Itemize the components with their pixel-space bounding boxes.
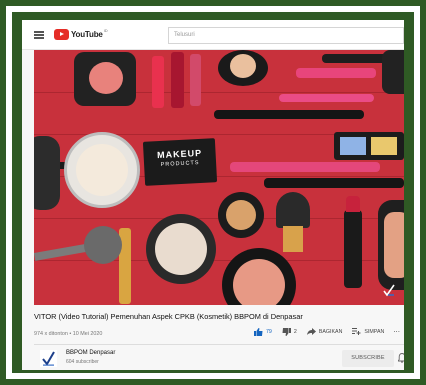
share-label: BAGIKAN: [318, 328, 343, 335]
pearl-jar-inside: [155, 223, 207, 275]
share-button[interactable]: BAGIKAN: [306, 328, 343, 335]
more-actions-button[interactable]: ...: [393, 325, 400, 334]
dislike-button[interactable]: 2: [282, 327, 297, 336]
tall-lipstick: [344, 210, 362, 288]
pink-liner: [279, 94, 374, 102]
black-lipstick: [264, 178, 404, 188]
kabuki-brush: [276, 192, 310, 228]
like-count: 79: [265, 328, 272, 335]
video-title: VITOR (Video Tutorial) Pemenuhan Aspek C…: [34, 312, 303, 321]
side-compact: [34, 136, 60, 210]
top-bar: YouTube ID Telusuri: [22, 20, 404, 50]
powder-pan: [230, 54, 256, 78]
pink-lipstick: [230, 162, 380, 172]
subscriber-count: 604 subscriber: [66, 359, 99, 365]
youtube-screen: YouTube ID Telusuri MAKEUP PRODUCTS VITO…: [22, 20, 404, 370]
channel-name[interactable]: BBPOM Denpasar: [66, 350, 115, 356]
share-icon: [306, 328, 316, 335]
tall-lipstick-tip: [346, 196, 360, 212]
eyeshadow-blue: [340, 137, 366, 155]
mirror-right-pan: [384, 212, 404, 278]
pink-tube: [296, 68, 376, 78]
dislike-count: 2: [293, 328, 297, 335]
bronzer-pan: [226, 200, 256, 230]
playlist-add-icon: [352, 328, 361, 335]
youtube-logo[interactable]: YouTube ID: [54, 28, 108, 40]
save-button[interactable]: SIMPAN: [352, 328, 384, 335]
subscribe-button[interactable]: SUBSCRIBE: [342, 350, 394, 367]
video-player[interactable]: MAKEUP PRODUCTS: [34, 50, 404, 305]
highlighter-pan: [76, 144, 128, 196]
makeup-products-box: MAKEUP PRODUCTS: [142, 138, 218, 186]
lipstick: [190, 54, 201, 106]
youtube-logo-text: YouTube: [71, 30, 103, 39]
youtube-region-label: ID: [103, 28, 108, 33]
lipstick: [171, 52, 184, 108]
channel-avatar[interactable]: [40, 350, 57, 367]
views-date: 974 x ditonton • 10 Mei 2020: [34, 331, 103, 337]
eyeshadow-gold: [371, 137, 397, 155]
blush-round-pan: [233, 259, 285, 305]
thumbs-up-icon: [253, 327, 263, 336]
powder-brush-head: [84, 226, 122, 264]
search-input[interactable]: Telusuri: [168, 27, 404, 44]
box-label-line2: PRODUCTS: [160, 159, 200, 169]
like-button[interactable]: 79: [253, 327, 272, 336]
lipstick: [152, 56, 164, 108]
divider: [34, 344, 404, 345]
menu-icon[interactable]: [34, 31, 44, 39]
kabuki-handle: [283, 226, 303, 252]
video-actions: 79 2 BAGIKAN SIMPAN ...: [244, 325, 400, 336]
thumbs-down-icon: [282, 327, 291, 336]
mirror-compact: [382, 50, 404, 94]
channel-watermark-icon: [383, 284, 395, 297]
bell-icon[interactable]: [398, 353, 404, 363]
blush-pan: [89, 62, 123, 94]
mascara: [214, 110, 364, 119]
save-label: SIMPAN: [364, 328, 385, 335]
youtube-play-icon: [54, 29, 69, 40]
